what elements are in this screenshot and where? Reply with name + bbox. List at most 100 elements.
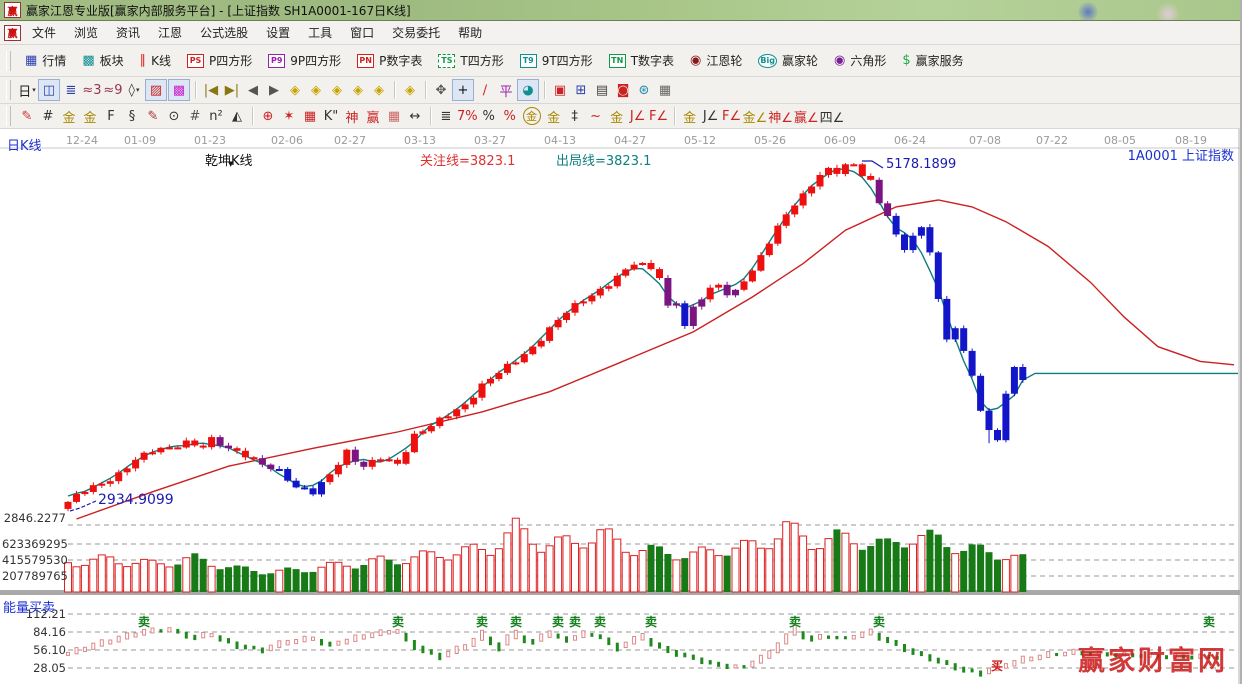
plain-comb-icon[interactable]: # [185,106,205,126]
diamond-left-icon[interactable]: ◈ [285,80,305,100]
shen-comb-icon[interactable]: 神 [342,106,362,126]
pane-type-label[interactable]: 日K线 [7,135,42,154]
f-angle-icon[interactable]: F∠ [649,106,669,126]
caret-down-icon[interactable]: ▼ [228,160,233,168]
smart-brain-icon[interactable]: ◕ [517,79,539,101]
title-bar: 赢 赢家江恩专业版[赢家内部服务平台] - [上证指数 SH1A0001-167… [0,0,1240,21]
ink-pen-icon[interactable]: ‡ [565,106,585,126]
next-page-icon[interactable]: ▶ [264,80,284,100]
span-arrow-icon[interactable]: ↔ [405,106,425,126]
sell-signal-marker: 卖 [645,613,657,630]
diamond-reset-icon[interactable]: ◈ [400,80,420,100]
winner-wheel-button[interactable]: Big赢家轮 [751,49,825,72]
toolbar-nav: 日▾◫≣≈3≈9◊▾▨▩|◀▶|◀▶◈◈◈◈◈◈✥+∕平◕▣⊞▤◙⊛▦ [0,77,1240,104]
grid-123-icon[interactable]: ▦ [384,106,404,126]
trendline-tool-icon[interactable]: ∕ [475,80,495,100]
j-angle-icon[interactable]: J∠ [628,106,648,126]
first-page-icon[interactable]: |◀ [201,80,221,100]
volume-colors-icon[interactable]: ▩ [168,79,190,101]
time-circle-icon[interactable]: ⊙ [164,106,184,126]
target-circle-icon[interactable]: ⊕ [258,106,278,126]
f-comb-icon[interactable]: F [101,106,121,126]
gold-circle-icon[interactable]: 金 [523,107,541,125]
hexagon-button[interactable]: ◉六角形 [827,49,893,72]
menu-item-工具[interactable]: 工具 [299,22,341,43]
menu-item-文件[interactable]: 文件 [23,22,65,43]
gold-angle-icon[interactable]: 金∠ [743,106,768,126]
draw-pen-icon[interactable]: ✎ [17,106,37,126]
quotes-button[interactable]: ▦行情 [18,49,73,72]
percent-icon[interactable]: % [479,106,499,126]
period-day-dropdown[interactable]: 日▾ [17,80,37,100]
hand-tool-icon[interactable]: ✥ [431,80,451,100]
kline-chart-canvas[interactable] [0,129,1242,684]
gold-line-icon[interactable]: 金 [544,106,564,126]
menu-item-设置[interactable]: 设置 [257,22,299,43]
percent-line-icon[interactable]: % [500,106,520,126]
p-square-button[interactable]: PSP四方形 [180,49,259,72]
a-wave-icon[interactable]: ~ [586,106,606,126]
date-tick-06-24: 06-24 [894,134,926,147]
prev-page-icon[interactable]: ◀ [243,80,263,100]
calendar-icon[interactable]: ▣ [550,80,570,100]
crosshair-icon[interactable]: + [452,79,474,101]
ying-box-icon[interactable]: 赢 [363,106,383,126]
9t-square-icon: T9 [520,54,537,68]
memo-icon[interactable]: ▤ [592,80,612,100]
diamond-compress-icon[interactable]: ◈ [327,80,347,100]
wheel-square-icon[interactable]: ▦ [300,106,320,126]
ying-angle-icon[interactable]: 赢∠ [794,106,819,126]
qiankun-pattern-icon[interactable]: ▨ [145,79,167,101]
si-angle-icon[interactable]: 四∠ [820,106,845,126]
gold-underline-icon[interactable]: 金 [680,106,700,126]
last-page-icon[interactable]: ▶| [222,80,242,100]
kline-label: K线 [151,52,171,69]
j-angle2-icon[interactable]: J∠ [701,106,721,126]
wave3-icon[interactable]: ≈3 [82,80,102,100]
f-angle2-icon[interactable]: F∠ [722,106,742,126]
menu-item-公式选股[interactable]: 公式选股 [191,22,257,43]
gold-line2-icon[interactable]: 金 [607,106,627,126]
gann-comb-icon[interactable]: # [38,106,58,126]
candle-style-dropdown[interactable]: ◊▾ [124,80,144,100]
menu-item-交易委托[interactable]: 交易委托 [383,22,449,43]
menu-item-窗口[interactable]: 窗口 [341,22,383,43]
menu-item-江恩[interactable]: 江恩 [149,22,191,43]
gann-ping-icon[interactable]: 平 [496,80,516,100]
9t-square-button[interactable]: T99T四方形 [513,49,600,72]
save-icon[interactable]: ◙ [613,80,633,100]
t-table-button[interactable]: TNT数字表 [602,49,681,72]
sectors-button[interactable]: ▩板块 [75,49,130,72]
diamond-expand-icon[interactable]: ◈ [348,80,368,100]
menu-item-浏览[interactable]: 浏览 [65,22,107,43]
t-square-button[interactable]: TST四方形 [431,49,510,72]
shen-angle-icon[interactable]: 神∠ [768,106,793,126]
n2-comb-icon[interactable]: n² [206,106,226,126]
menu-item-资讯[interactable]: 资讯 [107,22,149,43]
export-icon[interactable]: ⊛ [634,80,654,100]
percent-strike-icon[interactable]: 7% [457,106,478,126]
gold-comb2-icon[interactable]: 金 [80,106,100,126]
date-tick-04-13: 04-13 [544,134,576,147]
gann-wheel-button[interactable]: ◉江恩轮 [683,49,749,72]
kline-button[interactable]: ∥K线 [133,49,178,72]
chart-overview-icon[interactable]: ◫ [38,79,60,101]
wheel-star-icon[interactable]: ✶ [279,106,299,126]
diamond-fit-icon[interactable]: ◈ [369,80,389,100]
chart-area[interactable]: 12-2401-0901-2302-0602-2703-1303-2704-13… [0,129,1242,684]
marker-pen-icon[interactable]: ✎ [143,106,163,126]
spiral-icon[interactable]: § [122,106,142,126]
wave9-icon[interactable]: ≈9 [103,80,123,100]
f10-info-icon[interactable]: ≣ [61,80,81,100]
calculator-icon[interactable]: ⊞ [571,80,591,100]
mirror-angle-icon[interactable]: ◭ [227,106,247,126]
p-table-button[interactable]: PNP数字表 [350,49,429,72]
print-icon[interactable]: ▦ [655,80,675,100]
diamond-right-icon[interactable]: ◈ [306,80,326,100]
menu-item-帮助[interactable]: 帮助 [449,22,491,43]
winner-service-button[interactable]: $赢家服务 [895,49,970,72]
k-quote-icon[interactable]: K" [321,106,341,126]
gold-comb1-icon[interactable]: 金 [59,106,79,126]
scale-chart-icon[interactable]: ≣ [436,106,456,126]
9p-square-button[interactable]: P99P四方形 [261,49,348,72]
